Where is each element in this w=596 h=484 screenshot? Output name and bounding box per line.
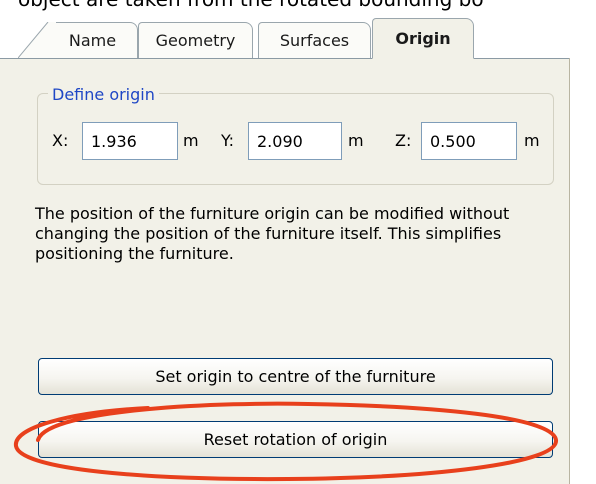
define-origin-title: Define origin [48, 85, 159, 105]
z-label: Z: [395, 131, 412, 150]
tab-geometry[interactable]: Geometry [138, 22, 253, 58]
origin-description-text: The position of the furniture origin can… [35, 204, 510, 263]
set-origin-to-centre-button[interactable]: Set origin to centre of the furniture [38, 358, 553, 395]
y-unit-label: m [348, 131, 364, 150]
z-unit-label: m [524, 131, 540, 150]
cropped-caption-text: object are taken from the rotated boundi… [18, 0, 484, 11]
y-label: Y: [221, 131, 235, 150]
origin-y-input[interactable] [248, 122, 342, 160]
origin-z-input[interactable] [421, 122, 517, 160]
x-label: X: [52, 131, 69, 150]
x-unit-label: m [183, 131, 199, 150]
tab-surfaces[interactable]: Surfaces [258, 22, 371, 58]
tab-origin[interactable]: Origin [372, 18, 474, 59]
tab-left-edge [18, 22, 56, 58]
furniture-origin-dialog: object are taken from the rotated boundi… [0, 0, 596, 484]
reset-rotation-button[interactable]: Reset rotation of origin [38, 421, 553, 458]
tab-name[interactable]: Name [48, 22, 138, 58]
origin-x-input[interactable] [82, 122, 178, 160]
